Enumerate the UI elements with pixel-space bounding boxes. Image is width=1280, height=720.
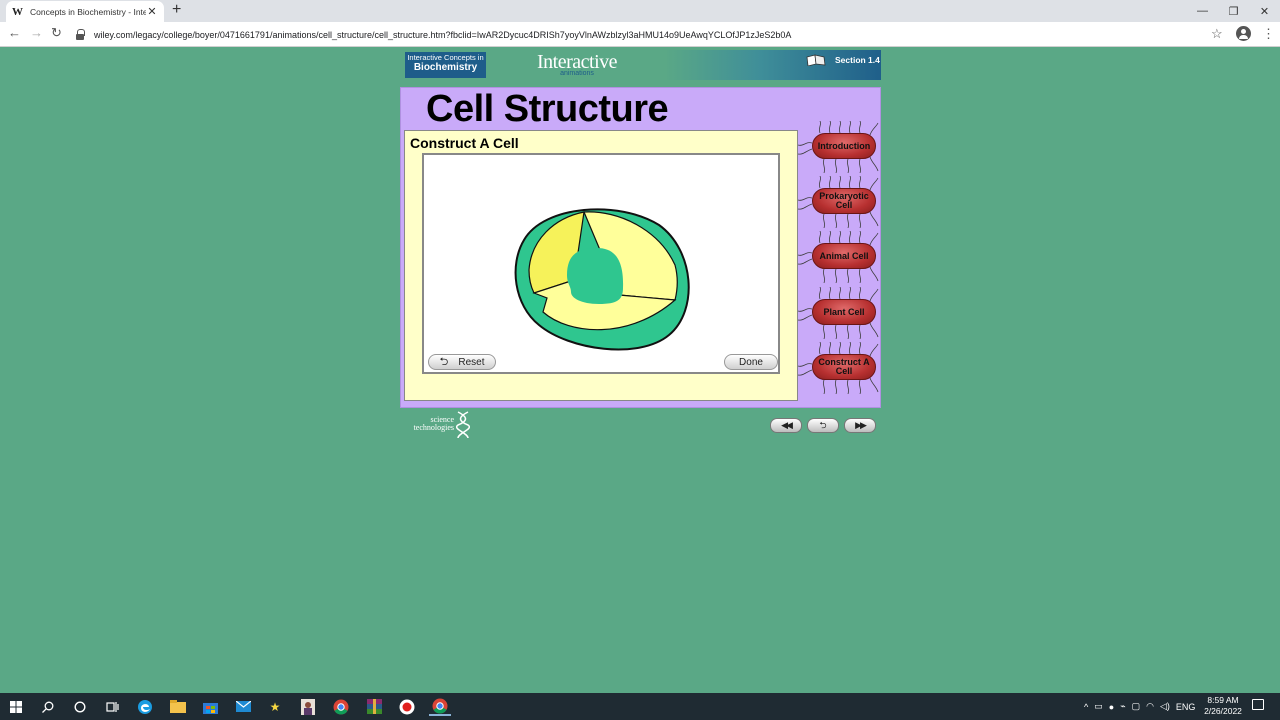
windows-taskbar: ★ ^ ▭ ● ⌁ ▢ ◠ ◁) ENG 8:59 AM 2/26/2022 [0,693,1280,720]
task-view-icon[interactable] [101,697,123,716]
display-icon[interactable]: ▢ [1132,701,1141,712]
menu-item-animal-cell[interactable]: Animal Cell [798,231,880,283]
reset-button[interactable]: ⮌ Reset [428,354,496,370]
return-arrow-icon: ⮌ [439,355,449,368]
chrome-icon[interactable] [330,697,352,716]
archive-app-icon[interactable] [363,697,385,716]
url-text[interactable]: wiley.com/legacy/college/boyer/047166179… [94,30,791,40]
browser-tab[interactable]: W Concepts in Biochemistry - Intera ✕ [6,1,164,22]
tray-chevron-icon[interactable]: ^ [1084,702,1088,712]
introduction-label: Introduction [812,133,876,159]
menu-item-plant-cell[interactable]: Plant Cell [798,287,880,339]
notification-center-icon[interactable] [1252,699,1264,710]
nucleus-shape [567,248,624,304]
badge-line1: Interactive Concepts in [407,53,484,62]
forward-icon[interactable]: → [30,25,43,40]
tab-bar: W Concepts in Biochemistry - Intera ✕ + … [0,0,1280,22]
reset-label: Reset [458,356,485,368]
file-explorer-icon[interactable] [167,697,189,716]
bookmark-star-icon[interactable]: ☆ [1211,26,1223,42]
section-label: Section 1.4 [835,55,880,65]
construct-cell-heading: Construct A Cell [410,135,519,151]
restore-icon[interactable]: ❐ [1218,0,1249,22]
window-controls: — ❐ ✕ [1187,0,1280,22]
menu-item-prokaryotic-cell[interactable]: Prokaryotic Cell [798,176,880,228]
network-drive-icon[interactable]: ▭ [1094,701,1103,712]
star-app-icon[interactable]: ★ [264,697,286,716]
cortana-icon[interactable] [69,697,91,716]
construct-a-cell-label: Construct A Cell [812,354,876,380]
lock-icon[interactable] [74,28,86,41]
system-tray: ^ ▭ ● ⌁ ▢ ◠ ◁) ENG [1084,697,1195,716]
reload-icon[interactable]: ↻ [51,25,62,41]
menu-item-construct-a-cell[interactable]: Construct A Cell [798,342,880,394]
profile-avatar-icon[interactable] [1236,26,1251,41]
address-bar: ← → ↻ wiley.com/legacy/college/boyer/047… [0,22,1280,47]
open-book-icon [806,54,826,66]
clock-time: 8:59 AM [1207,695,1239,705]
back-button[interactable]: ⮌ [807,418,839,433]
prokaryotic-cell-label: Prokaryotic Cell [812,188,876,214]
science-technologies-text: science technologies [414,416,454,432]
screen-recorder-icon[interactable] [396,697,418,716]
animation-stage: Interactive Concepts in Biochemistry Int… [400,50,881,440]
minimize-icon[interactable]: — [1187,0,1218,22]
photo-app-icon[interactable] [297,697,319,716]
back-icon[interactable]: ← [8,25,21,40]
tab-title: Concepts in Biochemistry - Intera [30,6,146,17]
cell-diagram [514,208,690,351]
volume-icon[interactable]: ◁) [1160,701,1170,712]
mail-icon[interactable] [232,697,254,716]
dna-icon [456,411,470,439]
wifi-icon[interactable]: ◠ [1146,701,1154,712]
microphone-icon[interactable]: ● [1109,702,1114,712]
construct-canvas[interactable]: ⮌ Reset Done [422,153,780,374]
rewind-button[interactable]: ◀◀ [770,418,802,433]
taskbar-clock[interactable]: 8:59 AM 2/26/2022 [1198,695,1248,717]
browser-menu-icon[interactable]: ⋮ [1262,26,1275,42]
url-field[interactable]: wiley.com/legacy/college/boyer/047166179… [74,25,1234,44]
menu-item-introduction[interactable]: Introduction [798,121,880,173]
done-button[interactable]: Done [724,354,778,370]
interactive-text: Interactive [537,51,618,73]
microsoft-store-icon[interactable] [199,697,221,716]
biochemistry-badge: Interactive Concepts in Biochemistry [405,52,486,78]
wiley-favicon-icon: W [12,5,23,18]
clock-date: 2/26/2022 [1204,706,1242,716]
animal-cell-label: Animal Cell [812,243,876,269]
close-window-icon[interactable]: ✕ [1249,0,1280,22]
cell-structure-panel: Cell Structure Construct A Cell ⮌ Reset … [400,87,881,408]
top-banner: Interactive Concepts in Biochemistry Int… [400,50,881,80]
fast-forward-button[interactable]: ▶▶ [844,418,876,433]
interactive-animations-logo: Interactive animations [537,51,618,77]
usb-icon[interactable]: ⌁ [1120,701,1125,712]
chrome-active-icon[interactable] [429,697,451,716]
search-icon[interactable] [37,697,59,716]
windows-start-icon[interactable] [5,697,27,716]
badge-line2: Biochemistry [413,62,478,73]
page-title: Cell Structure [426,88,669,130]
science-technologies-logo: science technologies [402,411,472,439]
logo-line2: technologies [413,423,454,432]
tab-close-icon[interactable]: ✕ [146,5,158,18]
plant-cell-label: Plant Cell [812,299,876,325]
edge-browser-icon[interactable] [134,697,156,716]
construct-cell-frame: Construct A Cell ⮌ Reset Done [404,130,798,401]
language-indicator[interactable]: ENG [1176,702,1196,712]
new-tab-icon[interactable]: + [172,1,181,19]
